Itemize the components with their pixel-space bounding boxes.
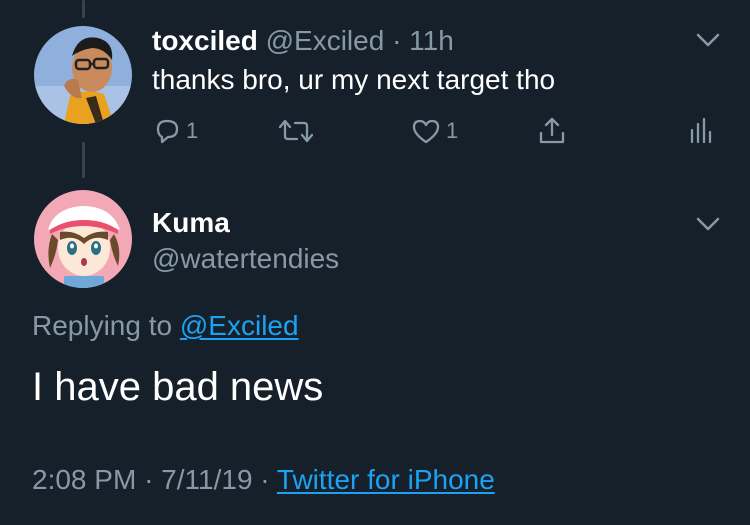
tweet-source-link[interactable]: Twitter for iPhone bbox=[277, 464, 495, 495]
tweet1-avatar[interactable] bbox=[34, 26, 132, 124]
thread-connector-line bbox=[82, 0, 85, 18]
tweet2-avatar[interactable] bbox=[34, 190, 132, 288]
replying-to-label: Replying to bbox=[32, 310, 173, 341]
tweet1-header: toxciled @Exciled · 11h bbox=[152, 24, 454, 58]
tweet2-display-name[interactable]: Kuma bbox=[152, 206, 230, 240]
tweet1-text: thanks bro, ur my next target tho bbox=[152, 64, 556, 95]
share-icon bbox=[539, 117, 565, 144]
share-button[interactable] bbox=[536, 114, 568, 148]
meta-separator: · bbox=[144, 464, 154, 495]
tweet1-separator: · bbox=[392, 25, 402, 56]
like-count: 1 bbox=[446, 118, 459, 143]
tweet2-text: I have bad news bbox=[32, 365, 324, 409]
anime-avatar-icon bbox=[34, 190, 132, 288]
analytics-button[interactable] bbox=[688, 114, 714, 148]
reply-icon bbox=[156, 119, 179, 144]
heart-icon bbox=[412, 119, 440, 144]
thread-connector-line bbox=[82, 142, 85, 178]
tweet1-action-bar: 1 1 bbox=[0, 114, 750, 150]
user-avatar-photo-icon bbox=[34, 26, 132, 124]
tweet1-handle[interactable]: @Exciled bbox=[266, 25, 385, 56]
tweet2-date: 7/11/19 bbox=[161, 464, 253, 495]
tweet1-time[interactable]: 11h bbox=[409, 25, 454, 56]
tweet2-metadata: 2:08 PM · 7/11/19 · Twitter for iPhone bbox=[32, 462, 495, 498]
tweet2-handle[interactable]: @watertendies bbox=[152, 242, 339, 276]
tweet2-time: 2:08 PM bbox=[32, 464, 137, 495]
replying-to-mention-link[interactable]: @Exciled bbox=[180, 310, 299, 341]
tweet1-display-name[interactable]: toxciled bbox=[152, 25, 258, 56]
like-button[interactable]: 1 bbox=[410, 114, 458, 148]
retweet-icon bbox=[278, 119, 314, 143]
chevron-down-icon[interactable] bbox=[694, 214, 722, 234]
reply-button[interactable]: 1 bbox=[152, 114, 198, 148]
retweet-button[interactable] bbox=[277, 114, 315, 148]
replying-to-line: Replying to @Exciled bbox=[32, 308, 299, 344]
tweet-thread-screen: toxciled @Exciled · 11h thanks bro, ur m… bbox=[0, 0, 750, 525]
meta-separator: · bbox=[260, 464, 270, 495]
reply-count: 1 bbox=[186, 118, 199, 143]
chevron-down-icon[interactable] bbox=[694, 30, 722, 50]
analytics-bars-icon bbox=[690, 117, 712, 144]
